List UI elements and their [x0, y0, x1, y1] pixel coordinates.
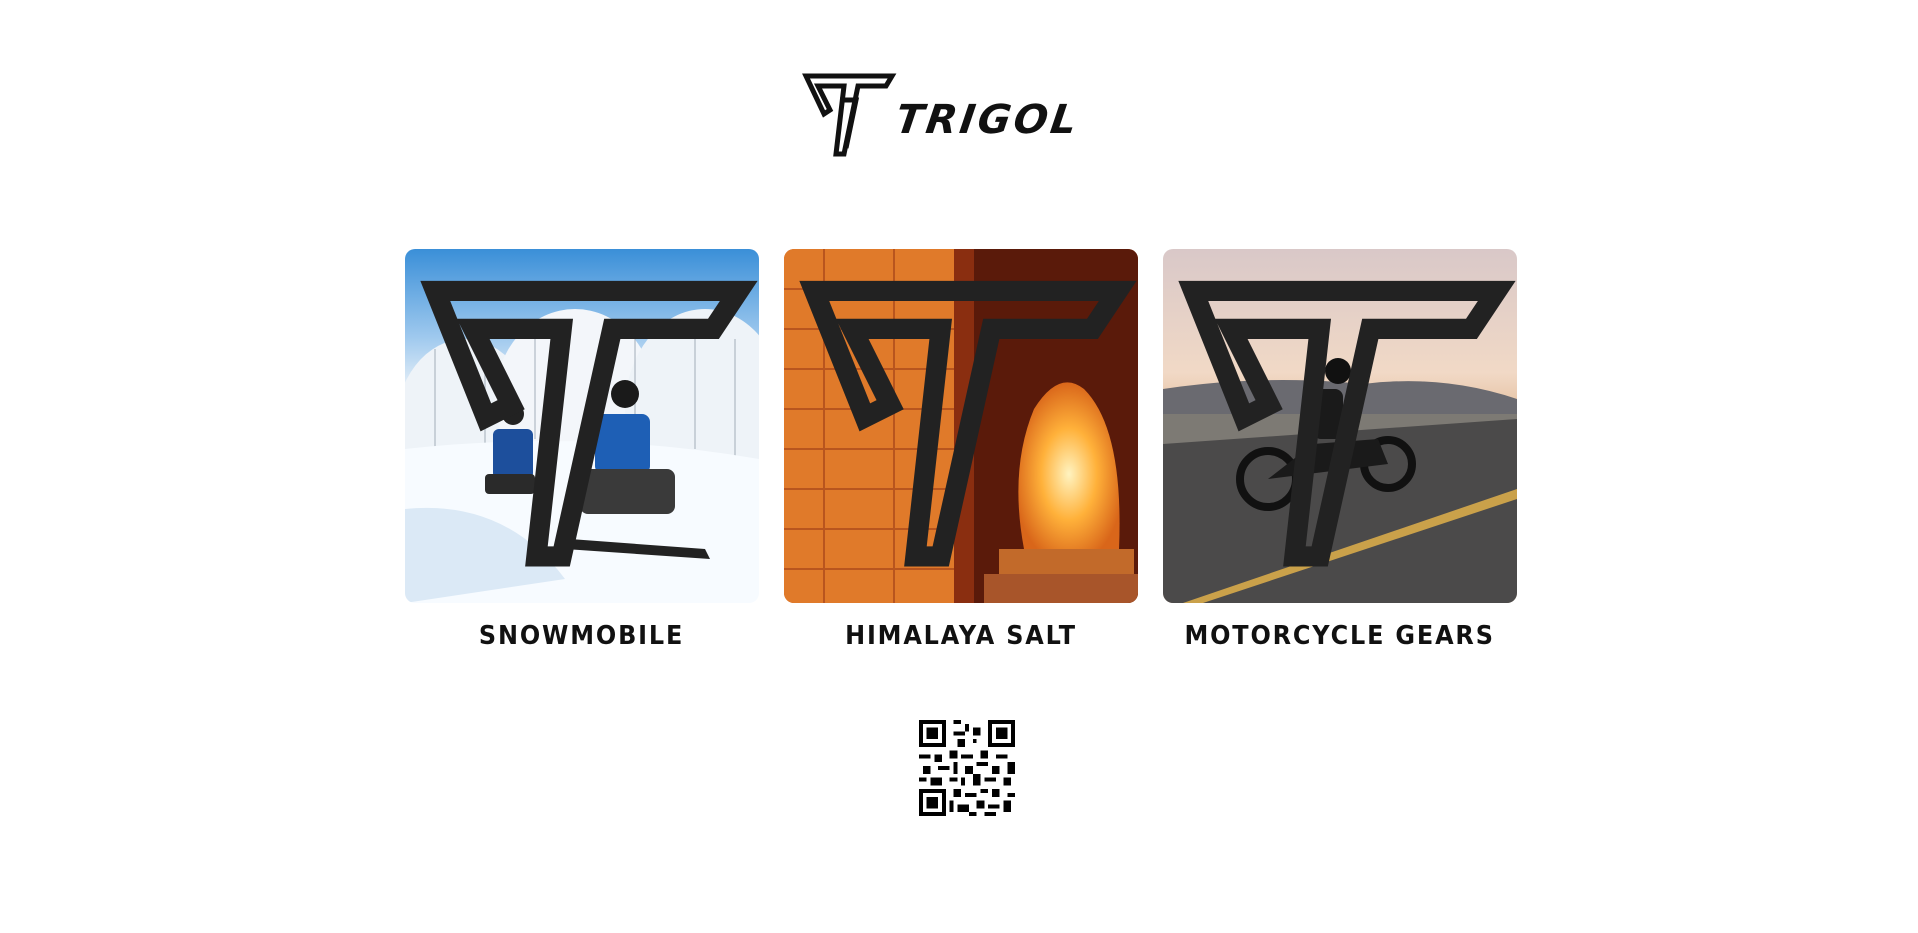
- trigol-corner-icon: [420, 280, 758, 567]
- brand-logo[interactable]: TRIGOL: [800, 70, 1130, 162]
- himalaya-salt-image[interactable]: [784, 249, 1138, 603]
- card-label-motorcycle-gears[interactable]: MOTORCYCLE GEARS: [1185, 621, 1495, 651]
- card-himalaya-salt[interactable]: HIMALAYA SALT: [784, 249, 1138, 659]
- card-motorcycle-gears[interactable]: MOTORCYCLE GEARS: [1163, 249, 1517, 659]
- card-label-snowmobile[interactable]: SNOWMOBILE: [479, 621, 684, 651]
- card-label-himalaya-salt[interactable]: HIMALAYA SALT: [845, 621, 1077, 651]
- qr-code: [919, 720, 1015, 816]
- snowmobile-image[interactable]: [405, 249, 759, 603]
- brand-name: TRIGOL: [892, 97, 1083, 143]
- trigol-logo-icon: [802, 73, 897, 157]
- card-snowmobile[interactable]: SNOWMOBILE: [405, 249, 759, 659]
- category-cards: SNOWMOBILE HIMALAYA SALT MOTORCYCLE GEAR…: [405, 249, 1517, 659]
- motorcycle-gears-image[interactable]: [1163, 249, 1517, 603]
- trigol-corner-icon: [1178, 280, 1516, 567]
- trigol-corner-icon: [799, 280, 1137, 567]
- qr-code-icon: [919, 720, 1015, 816]
